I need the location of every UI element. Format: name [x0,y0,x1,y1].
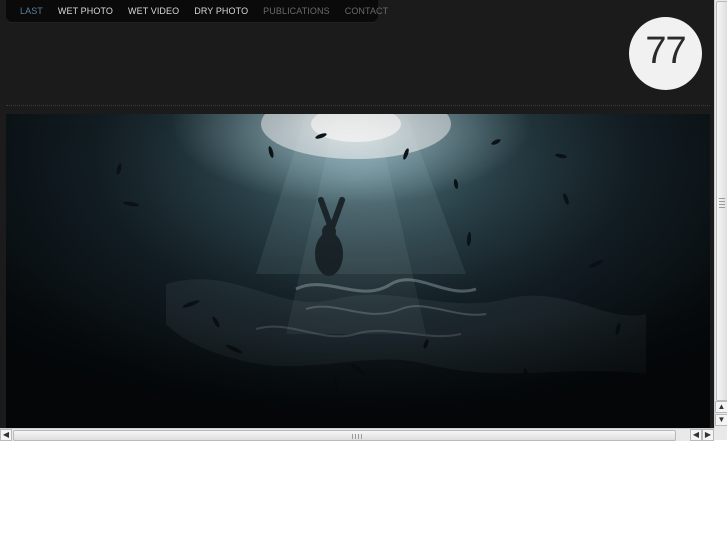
vertical-scrollbar[interactable]: ▲ ▼ [714,0,727,428]
scroll-right-button[interactable]: ▶ [702,429,714,441]
site-logo[interactable]: 77 [629,17,702,90]
underwater-freediver-photo-icon [6,114,710,428]
chevron-left-icon: ◀ [692,430,700,439]
nav-item-publications[interactable]: PUBLICATIONS [263,6,330,16]
horizontal-scrollbar[interactable]: ◀ ◀ ▶ [0,428,714,441]
page-viewport: LAST WET PHOTO WET VIDEO DRY PHOTO PUBLI… [0,0,714,428]
scroll-down-button[interactable]: ▼ [715,414,727,426]
horizontal-scroll-grip [352,434,362,439]
chevron-up-icon: ▲ [717,402,726,411]
chevron-right-icon: ▶ [704,430,712,439]
chevron-left-icon: ◀ [2,430,10,439]
scroll-up-button[interactable]: ▲ [715,401,727,413]
logo-text: 77 [645,30,686,72]
nav-list: LAST WET PHOTO WET VIDEO DRY PHOTO PUBLI… [20,0,388,22]
vertical-scroll-grip [719,198,725,208]
nav-item-last[interactable]: LAST [20,6,43,16]
vertical-scroll-thumb[interactable] [716,1,727,401]
nav-item-wet-video[interactable]: WET VIDEO [128,6,179,16]
nav-item-wet-photo[interactable]: WET PHOTO [58,6,113,16]
hero-image [6,114,710,428]
scroll-left-button[interactable]: ◀ [0,429,12,441]
nav-item-contact[interactable]: CONTACT [345,6,389,16]
header-divider [6,105,710,106]
scroll-left-button-2[interactable]: ◀ [690,429,702,441]
top-navigation: LAST WET PHOTO WET VIDEO DRY PHOTO PUBLI… [6,0,388,22]
scrollbar-corner [714,428,727,440]
horizontal-scroll-thumb[interactable] [13,430,676,441]
chevron-down-icon: ▼ [717,415,726,424]
nav-item-dry-photo[interactable]: DRY PHOTO [194,6,248,16]
